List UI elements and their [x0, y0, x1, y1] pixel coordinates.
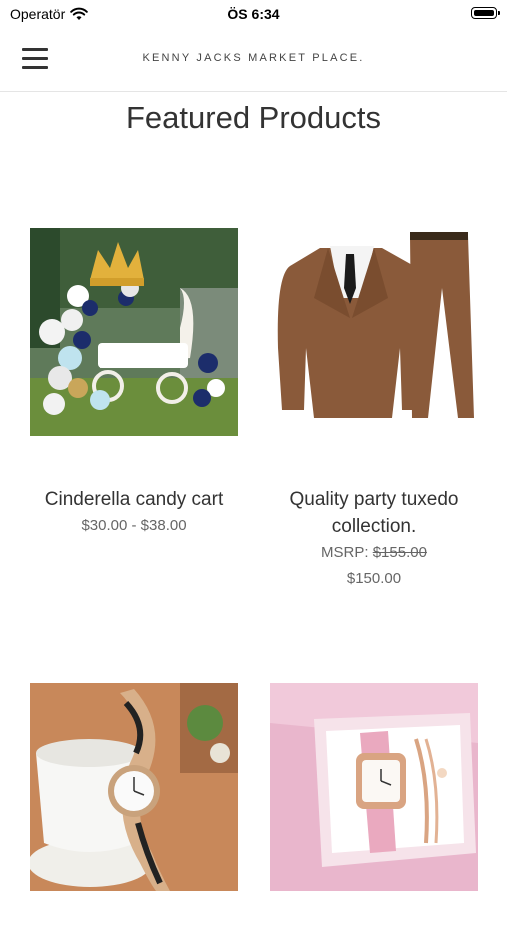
product-image-candy-cart[interactable]	[30, 228, 238, 436]
battery-icon	[471, 7, 500, 19]
product-image-watch-set[interactable]	[270, 683, 478, 891]
product-price: $150.00	[346, 570, 402, 587]
product-msrp: MSRP: $155.00	[270, 540, 478, 566]
product-card[interactable]: Quality party tuxedo collection. MSRP: $…	[270, 228, 478, 592]
product-price: $30.00 - $38.00	[81, 517, 187, 534]
section-title: Featured Products	[125, 100, 382, 135]
status-bar: Operatör ÖS 6:34	[0, 0, 507, 30]
product-name[interactable]: Quality party tuxedo collection.	[270, 486, 478, 540]
msrp-value: $155.00	[372, 544, 427, 561]
msrp-label: MSRP:	[321, 544, 369, 561]
product-image-tuxedo[interactable]	[270, 228, 478, 436]
app-header: KENNY JACKS MARKET PLACE.	[0, 30, 507, 92]
product-card[interactable]: Cinderella candy cart $30.00 - $38.00	[30, 228, 238, 539]
product-name[interactable]: Cinderella candy cart	[30, 486, 238, 513]
product-card[interactable]	[270, 683, 478, 941]
product-card[interactable]	[30, 683, 238, 941]
product-image-watch[interactable]	[30, 683, 238, 891]
site-title[interactable]: KENNY JACKS MARKET PLACE.	[0, 52, 507, 64]
status-time: ÖS 6:34	[227, 6, 280, 22]
